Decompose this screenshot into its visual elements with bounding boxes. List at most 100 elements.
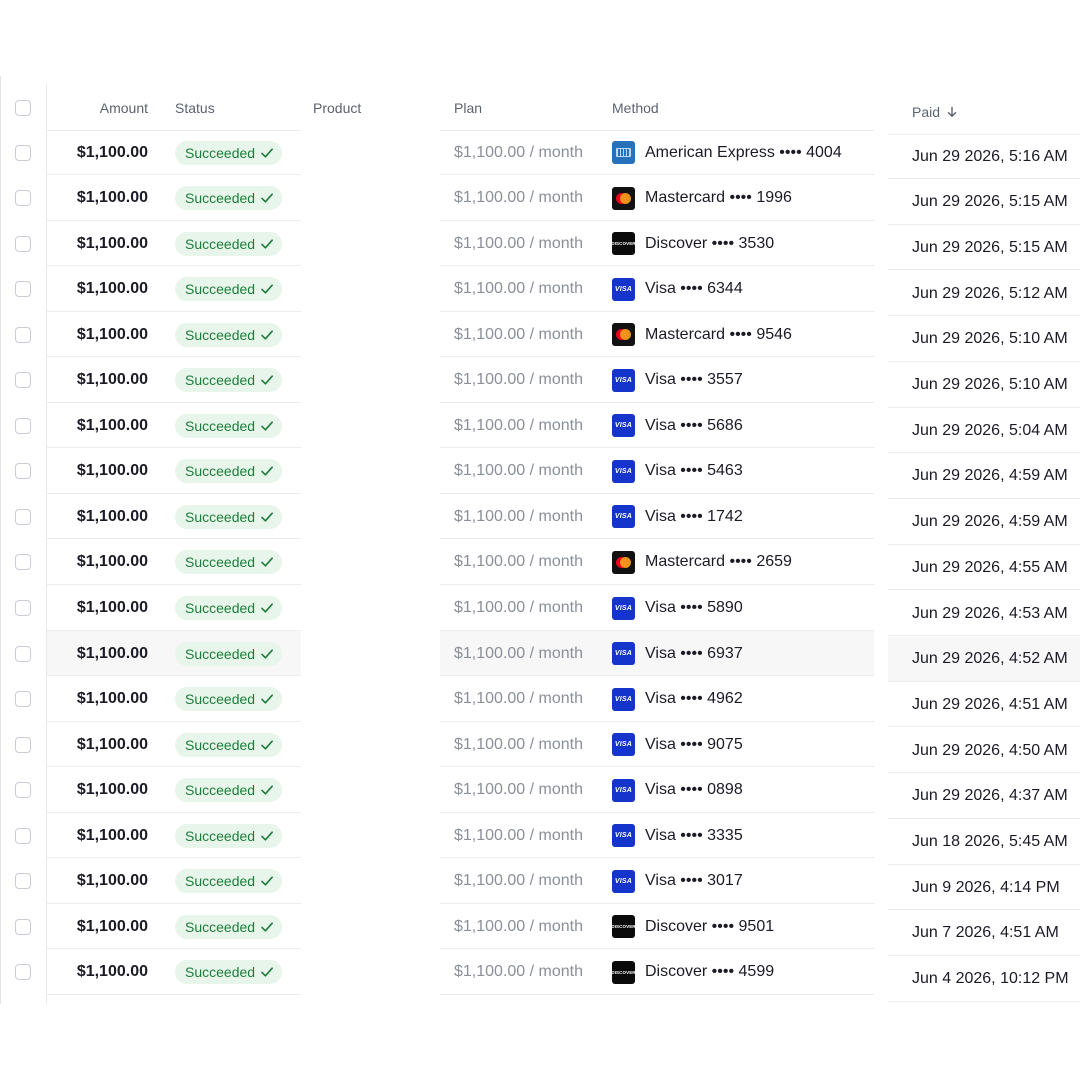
column-header-amount[interactable]: Amount <box>60 84 148 131</box>
status-badge: Succeeded <box>175 140 283 165</box>
checkmark-icon <box>261 512 274 522</box>
visa-card-icon: VISA <box>612 642 635 666</box>
status-cell: Succeeded <box>175 540 283 585</box>
plan-cell: $1,100.00 / month <box>454 735 583 753</box>
table-row[interactable]: $1,100.00 Succeeded $1,100.00 / month VISA V… <box>0 403 1080 454</box>
row-checkbox-cell <box>15 176 31 221</box>
paid-date-cell: Jun 29 2026, 4:59 AM <box>912 513 1068 531</box>
column-header-product[interactable]: Product <box>313 84 361 131</box>
method-label: Visa •••• 4962 <box>645 690 743 708</box>
row-checkbox[interactable] <box>15 326 31 343</box>
status-badge-label: Succeeded <box>185 873 256 890</box>
row-checkbox-cell <box>15 677 31 722</box>
amount-cell: $1,100.00 <box>76 735 148 753</box>
status-badge: Succeeded <box>175 641 283 666</box>
plan-cell: $1,100.00 / month <box>454 325 583 343</box>
table-row[interactable]: $1,100.00 Succeeded $1,100.00 / month VISA V… <box>0 449 1080 499</box>
plan-cell: $1,100.00 / month <box>454 826 583 844</box>
status-cell: Succeeded <box>175 176 283 221</box>
table-row[interactable]: $1,100.00 Succeeded $1,100.00 / month VISA V… <box>0 267 1080 317</box>
table-row[interactable]: $1,100.00 Succeeded $1,100.00 / month Maste… <box>0 312 1080 362</box>
status-badge-label: Succeeded <box>185 326 256 343</box>
arrow-down-icon <box>947 106 957 117</box>
checkmark-icon <box>261 876 274 886</box>
table-row[interactable]: $1,100.00 Succeeded $1,100.00 / month VISA V… <box>0 722 1080 774</box>
visa-card-icon: VISA <box>612 414 635 438</box>
row-checkbox[interactable] <box>15 691 31 708</box>
row-checkbox[interactable] <box>15 281 31 298</box>
status-cell: Succeeded <box>175 267 283 312</box>
table-row[interactable]: $1,100.00 Succeeded $1,100.00 / month Ameri… <box>0 130 1080 179</box>
row-checkbox[interactable] <box>15 554 31 571</box>
checkmark-icon <box>261 375 274 385</box>
amount-cell: $1,100.00 <box>76 462 148 480</box>
method-cell: VISA Visa •••• 5463 <box>612 449 743 494</box>
amount-cell: $1,100.00 <box>76 507 148 525</box>
table-row[interactable]: $1,100.00 Succeeded $1,100.00 / month Maste… <box>0 176 1080 225</box>
row-checkbox[interactable] <box>15 782 31 799</box>
method-label: Visa •••• 5686 <box>645 416 743 434</box>
row-checkbox[interactable] <box>15 235 31 252</box>
visa-card-icon: VISA <box>612 505 635 529</box>
status-badge-label: Succeeded <box>185 691 256 708</box>
visa-card-icon: VISA <box>612 277 635 301</box>
method-cell: VISA Visa •••• 4962 <box>612 677 743 722</box>
row-checkbox[interactable] <box>15 372 31 389</box>
status-badge: Succeeded <box>175 504 283 529</box>
status-cell: Succeeded <box>175 950 283 995</box>
method-cell: VISA Visa •••• 5890 <box>612 586 743 631</box>
status-badge: Succeeded <box>175 231 283 256</box>
table-row[interactable]: $1,100.00 Succeeded $1,100.00 / month VISA V… <box>0 677 1080 728</box>
table-row[interactable]: $1,100.00 Succeeded $1,100.00 / month VISA V… <box>0 813 1080 865</box>
method-cell: Mastercard •••• 1996 <box>612 176 792 221</box>
discover-card-icon: DISCOVER <box>612 232 635 256</box>
row-checkbox[interactable] <box>15 144 31 161</box>
row-checkbox[interactable] <box>15 873 31 890</box>
status-cell: Succeeded <box>175 403 283 448</box>
status-badge: Succeeded <box>175 869 283 894</box>
column-header-plan[interactable]: Plan <box>454 84 482 131</box>
row-checkbox[interactable] <box>15 417 31 434</box>
row-checkbox[interactable] <box>15 736 31 753</box>
table-row[interactable]: $1,100.00 Succeeded $1,100.00 / month VISA V… <box>0 358 1080 408</box>
table-row[interactable]: $1,100.00 Succeeded $1,100.00 / month DISCO… <box>0 950 1080 1002</box>
table-row[interactable]: $1,100.00 Succeeded $1,100.00 / month VISA V… <box>0 586 1080 636</box>
amount-cell: $1,100.00 <box>76 189 148 207</box>
row-checkbox[interactable] <box>15 918 31 935</box>
table-row[interactable]: $1,100.00 Succeeded $1,100.00 / month DISCO… <box>0 904 1080 956</box>
plan-cell: $1,100.00 / month <box>454 234 583 252</box>
column-header-method[interactable]: Method <box>612 84 659 131</box>
column-header-paid[interactable]: Paid <box>912 88 958 135</box>
status-cell: Succeeded <box>175 677 283 722</box>
table-row[interactable]: $1,100.00 Succeeded $1,100.00 / month Maste… <box>0 540 1080 591</box>
table-row[interactable]: $1,100.00 Succeeded $1,100.00 / month VISA V… <box>0 631 1080 682</box>
mastercard-card-icon <box>612 186 635 210</box>
row-checkbox[interactable] <box>15 964 31 981</box>
row-checkbox[interactable] <box>15 827 31 844</box>
column-header-status[interactable]: Status <box>175 84 215 131</box>
table-row[interactable]: $1,100.00 Succeeded $1,100.00 / month VISA V… <box>0 768 1080 819</box>
method-cell: DISCOVER Discover •••• 4599 <box>612 950 774 995</box>
row-checkbox[interactable] <box>15 508 31 525</box>
status-cell: Succeeded <box>175 904 283 949</box>
select-all-checkbox[interactable] <box>15 99 31 116</box>
status-badge-label: Succeeded <box>185 417 256 434</box>
row-checkbox-cell <box>15 586 31 631</box>
row-checkbox[interactable] <box>15 645 31 662</box>
visa-card-icon: VISA <box>612 869 635 893</box>
row-checkbox[interactable] <box>15 600 31 616</box>
table-row[interactable]: $1,100.00 Succeeded $1,100.00 / month VISA V… <box>0 859 1080 911</box>
visa-card-icon: VISA <box>612 368 635 392</box>
status-badge-label: Succeeded <box>185 235 256 252</box>
paid-date-cell: Jun 29 2026, 5:10 AM <box>912 330 1068 348</box>
status-cell: Succeeded <box>175 859 283 904</box>
paid-date-cell: Jun 29 2026, 4:59 AM <box>912 467 1068 485</box>
paid-date-cell: Jun 29 2026, 5:15 AM <box>912 238 1068 256</box>
column-header-paid-label: Paid <box>912 103 941 120</box>
status-badge: Succeeded <box>175 778 283 803</box>
table-header: Amount Status Product Plan Method Paid <box>0 84 1080 135</box>
table-row[interactable]: $1,100.00 Succeeded $1,100.00 / month DISCO… <box>0 221 1080 271</box>
row-checkbox[interactable] <box>15 190 31 207</box>
row-checkbox[interactable] <box>15 463 31 480</box>
table-row[interactable]: $1,100.00 Succeeded $1,100.00 / month VISA V… <box>0 494 1080 545</box>
